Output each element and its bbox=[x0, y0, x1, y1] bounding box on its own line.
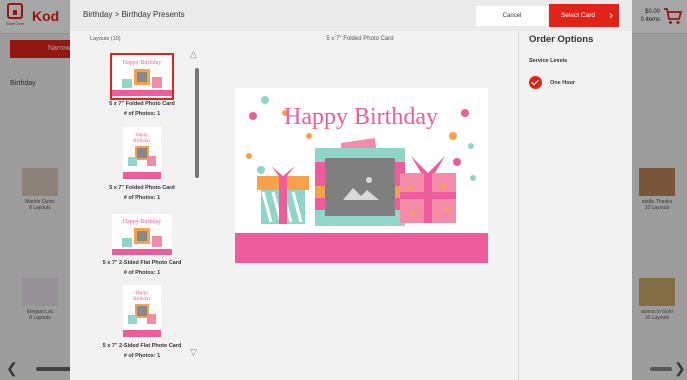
layout-thumbnail: Happy Birthday bbox=[110, 53, 174, 100]
layout-photo-count: # of Photos: 1 bbox=[123, 195, 161, 201]
card-preview[interactable]: Happy Birthday bbox=[235, 88, 488, 263]
svg-text:Happy: Happy bbox=[135, 133, 149, 138]
order-options-title: Order Options bbox=[529, 34, 594, 45]
check-circle-icon bbox=[529, 76, 542, 89]
layout-name: 5 x 7" 2-Sided Flat Photo Card bbox=[102, 260, 182, 266]
layout-thumbnail: Happy Birthday bbox=[112, 214, 172, 257]
preview-title: 5 x 7" Folded Photo Card bbox=[326, 36, 394, 42]
card-artwork: Happy Birthday bbox=[235, 88, 488, 263]
layout-photo-count: # of Photos: 1 bbox=[123, 353, 161, 359]
svg-text:Happy: Happy bbox=[135, 291, 149, 296]
layout-photo-count: # of Photos: 1 bbox=[123, 270, 161, 276]
card-greeting: Happy Birthday bbox=[284, 104, 438, 130]
modal-header: Birthday > Birthday Presents Cancel Sele… bbox=[70, 0, 632, 31]
breadcrumb: Birthday > Birthday Presents bbox=[83, 10, 185, 19]
layouts-title: Layouts (10) bbox=[90, 36, 121, 42]
layout-thumbnail: Happy Birthday bbox=[123, 285, 161, 340]
svg-text:Happy Birthday: Happy Birthday bbox=[123, 219, 162, 225]
select-card-button[interactable]: Select Card › bbox=[549, 4, 619, 27]
select-card-label: Select Card bbox=[561, 12, 595, 19]
layout-name: 5 x 7" 2-Sided Flat Photo Card bbox=[102, 343, 182, 349]
layout-thumbnail: Happy Birthday bbox=[123, 127, 161, 182]
layout-picker-modal: Birthday > Birthday Presents Cancel Sele… bbox=[70, 0, 632, 380]
layout-name: 5 x 7" Folded Photo Card bbox=[109, 101, 175, 107]
layouts-panel: Layouts (10) △ ▽ Happy Birthday 5 x 7" F… bbox=[70, 31, 220, 380]
layout-item[interactable]: Happy Birthday 5 x 7" Folded Photo Card … bbox=[80, 53, 204, 118]
svg-text:Birthday: Birthday bbox=[133, 297, 151, 302]
service-option-label: One Hour bbox=[550, 79, 576, 86]
service-option-one-hour[interactable]: One Hour bbox=[529, 76, 575, 89]
layout-name: 5 x 7" Folded Photo Card bbox=[109, 185, 175, 191]
layout-item[interactable]: Happy Birthday 5 x 7" 2-Sided Flat Photo… bbox=[80, 214, 204, 277]
svg-text:Birthday: Birthday bbox=[133, 139, 151, 144]
order-options-panel: Order Options Service Levels One Hour bbox=[518, 31, 632, 380]
preview-panel: 5 x 7" Folded Photo Card Happy Birthday bbox=[220, 31, 518, 380]
chevron-right-icon: › bbox=[609, 8, 613, 22]
svg-text:Happy Birthday: Happy Birthday bbox=[123, 60, 162, 66]
layout-item[interactable]: Happy Birthday 5 x 7" 2-Sided Flat Photo… bbox=[80, 285, 204, 360]
modal-body: Layouts (10) △ ▽ Happy Birthday 5 x 7" F… bbox=[70, 31, 632, 380]
cancel-button[interactable]: Cancel bbox=[476, 6, 548, 26]
service-levels-label: Service Levels bbox=[529, 58, 568, 64]
layout-item[interactable]: Happy Birthday 5 x 7" Folded Photo Card … bbox=[80, 127, 204, 202]
layout-photo-count: # of Photos: 1 bbox=[123, 111, 161, 117]
